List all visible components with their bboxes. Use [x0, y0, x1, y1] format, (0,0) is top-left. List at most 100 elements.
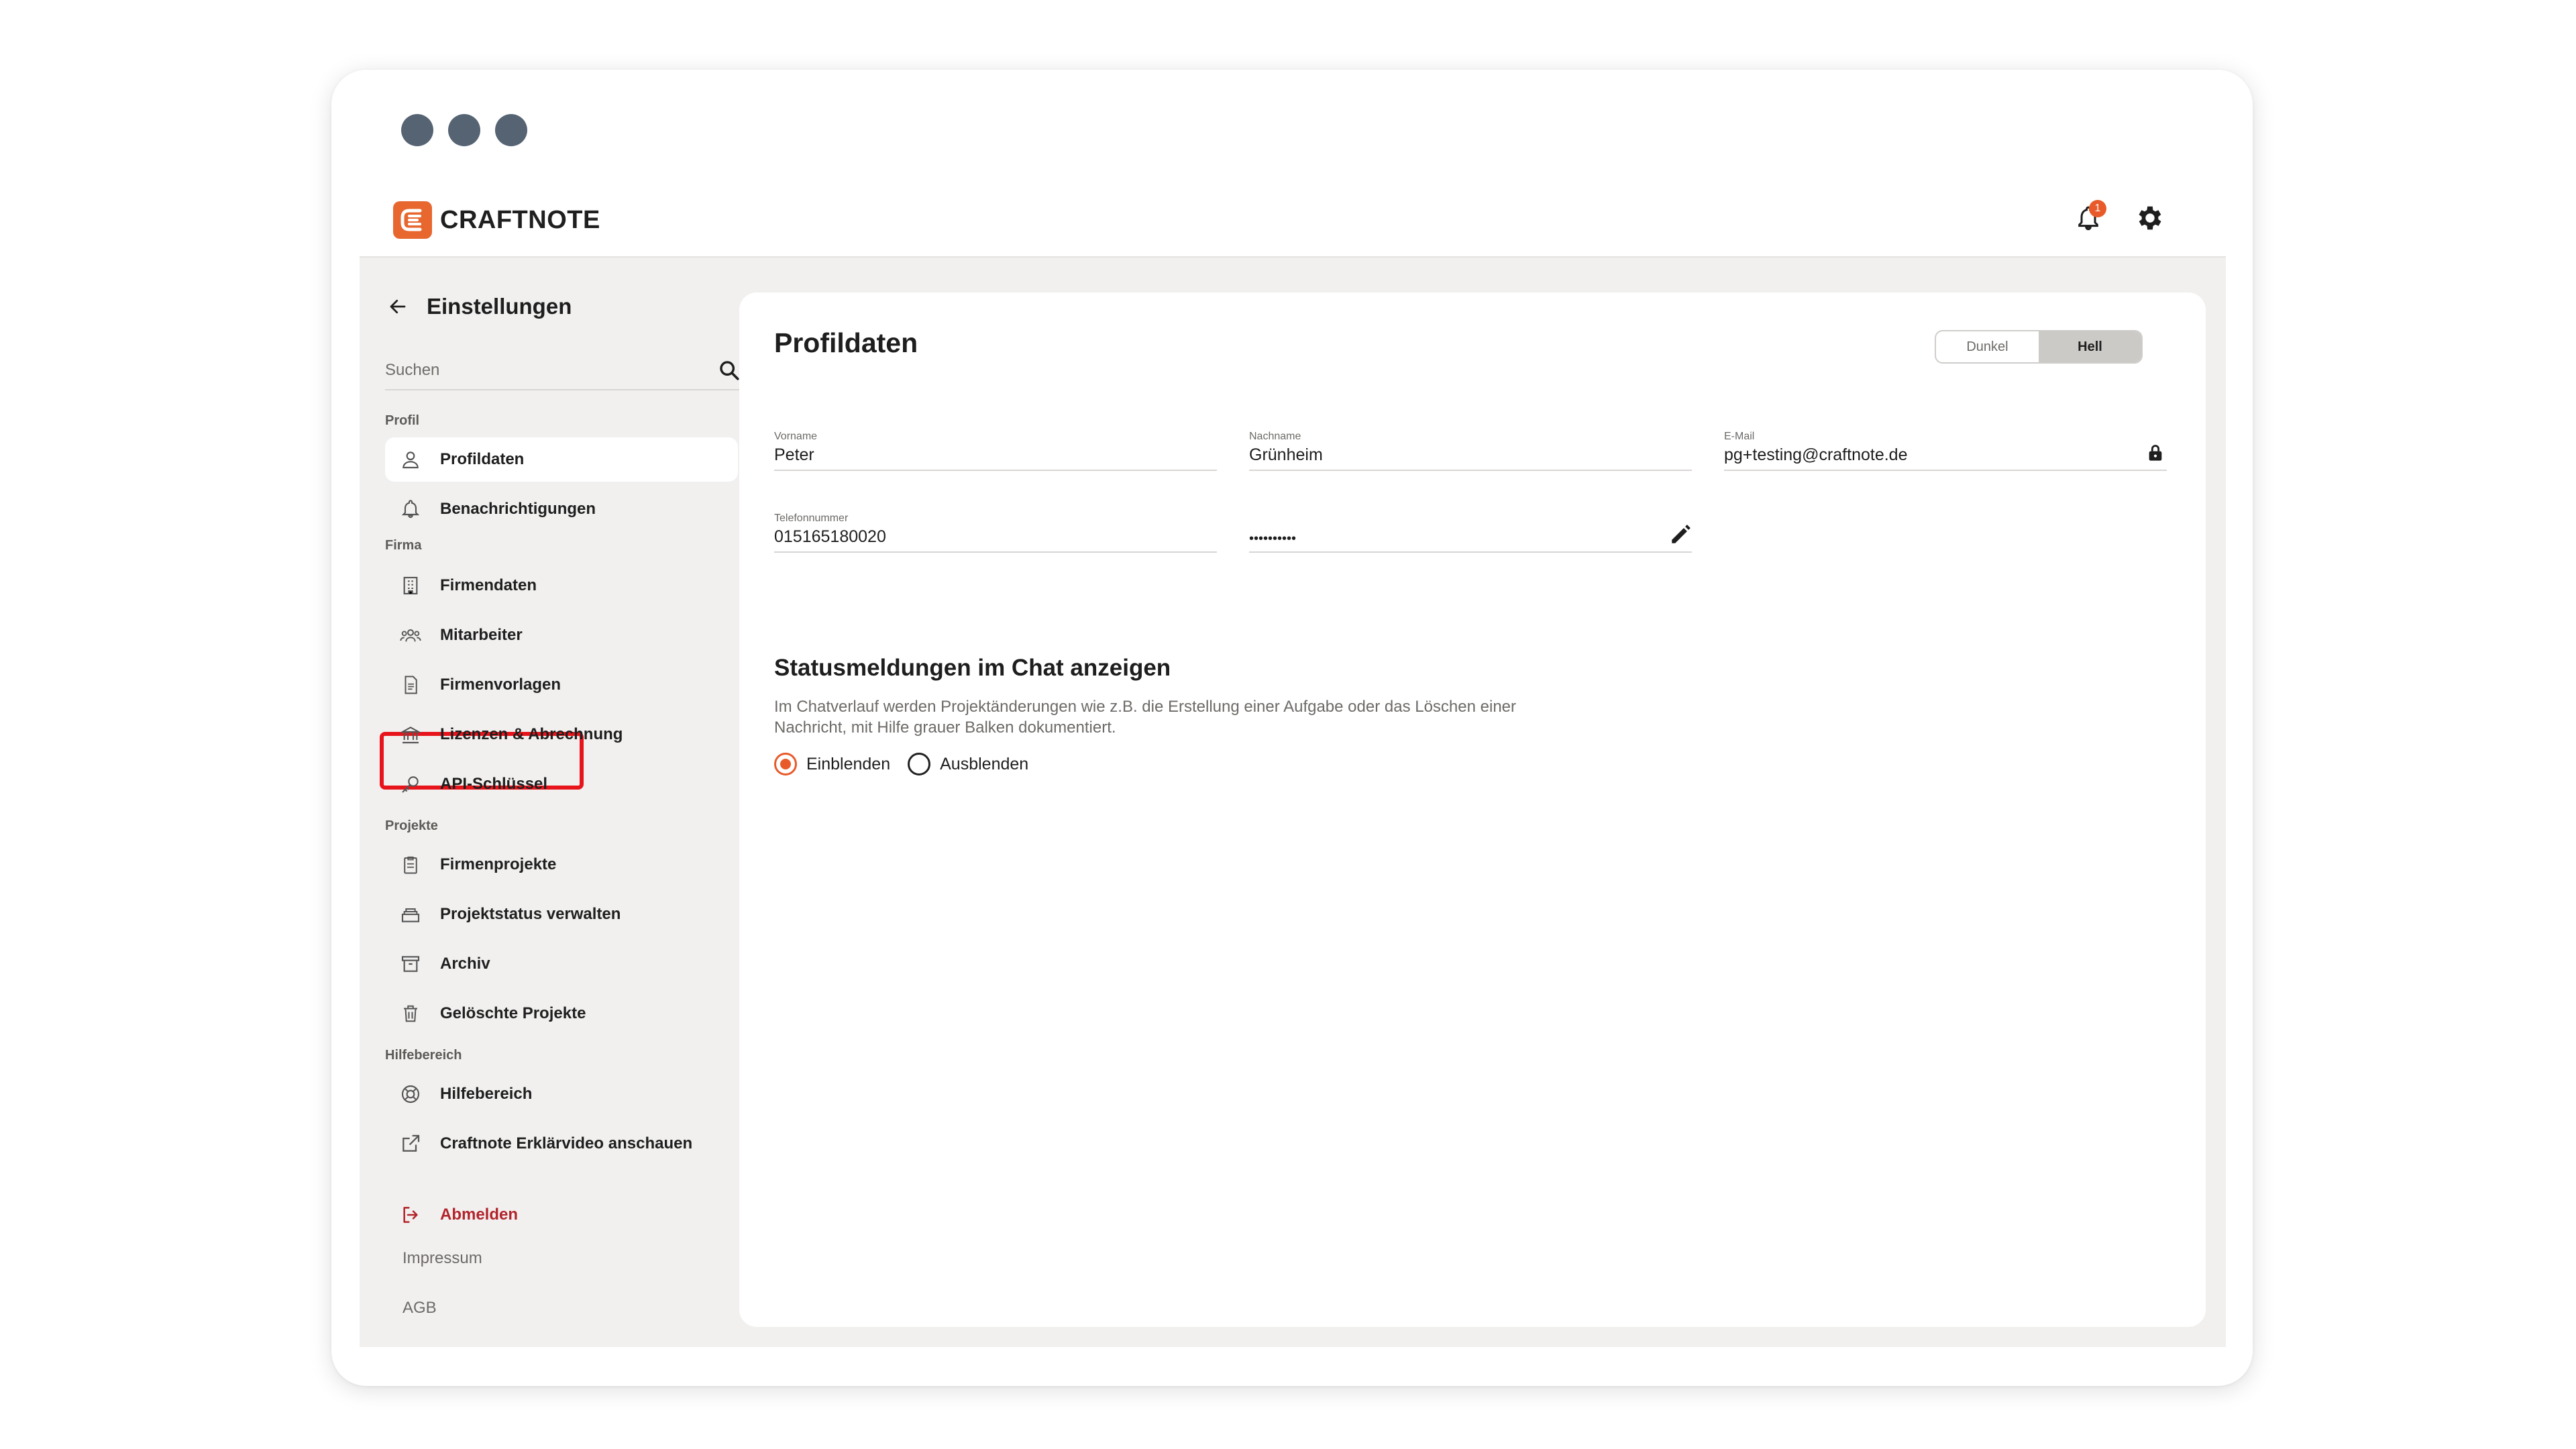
external-link-icon [398, 1132, 423, 1156]
radio-label: Ausblenden [940, 754, 1029, 773]
top-actions: 1 [2072, 200, 2167, 235]
sidebar-item-firmendaten[interactable]: Firmendaten [385, 564, 738, 608]
section-label-projekte: Projekte [385, 818, 438, 833]
radio-unchecked-icon [908, 753, 931, 775]
field-value: pg+testing@craftnote.de [1724, 445, 1908, 464]
window-controls [401, 114, 527, 146]
theme-option-light[interactable]: Hell [2039, 331, 2141, 362]
sidebar-item-profildaten[interactable]: Profildaten [385, 437, 738, 482]
lifebuoy-icon [398, 1082, 423, 1106]
sidebar-item-projektstatus[interactable]: Projektstatus verwalten [385, 892, 738, 936]
search-input[interactable] [385, 361, 680, 380]
radio-ausblenden[interactable]: Ausblenden [908, 753, 1028, 775]
document-icon [398, 673, 423, 697]
sidebar-item-label: Benachrichtigungen [440, 500, 596, 518]
field-value: Peter [774, 445, 814, 464]
radio-checked-icon [774, 753, 797, 775]
app-container: CRAFTNOTE 1 Einstellungen Suchen Profil … [360, 181, 2226, 1347]
page-title: Profildaten [774, 327, 918, 358]
sidebar-item-hilfebereich[interactable]: Hilfebereich [385, 1072, 738, 1116]
section-label-profil: Profil [385, 413, 420, 428]
stack-icon [398, 902, 423, 926]
logout-button[interactable]: Abmelden [385, 1193, 738, 1237]
sidebar-item-label: Craftnote Erklärvideo anschauen [440, 1134, 693, 1152]
window-minimize-dot[interactable] [448, 114, 480, 146]
email-field[interactable]: E-Mail pg+testing@craftnote.de [1724, 431, 2167, 471]
clipboard-icon [398, 853, 423, 877]
agb-link[interactable]: AGB [402, 1299, 437, 1318]
sidebar-item-geloeschte[interactable]: Gelöschte Projekte [385, 991, 738, 1036]
sidebar-item-label: Gelöschte Projekte [440, 1004, 586, 1022]
archive-icon [398, 952, 423, 976]
phone-field[interactable]: Telefonnummer 015165180020 [774, 513, 1217, 553]
sidebar-item-label: Firmendaten [440, 576, 537, 594]
status-section-title: Statusmeldungen im Chat anzeigen [774, 655, 1171, 681]
brand-name: CRAFTNOTE [440, 205, 600, 234]
status-description: Im Chatverlauf werden Projektänderungen … [774, 698, 1517, 737]
sidebar-item-label: Projektstatus verwalten [440, 905, 621, 923]
search-icon[interactable] [718, 359, 741, 382]
bank-icon [398, 722, 423, 747]
craftnote-logo-icon [393, 201, 432, 239]
sidebar-item-benachrichtigungen[interactable]: Benachrichtigungen [385, 487, 738, 531]
field-label: Nachname [1249, 431, 1301, 442]
key-icon [398, 772, 423, 796]
window-close-dot[interactable] [401, 114, 433, 146]
lock-icon [2144, 441, 2167, 464]
theme-toggle: Dunkel Hell [1935, 330, 2143, 364]
browser-window: CRAFTNOTE 1 Einstellungen Suchen Profil … [331, 70, 2253, 1386]
profile-panel: Profildaten Dunkel Hell Vorname Peter Na… [739, 292, 2206, 1327]
field-label: E-Mail [1724, 431, 1755, 442]
sidebar-item-label: API-Schlüssel [440, 775, 548, 793]
password-mask: •••••••••• [1249, 531, 1297, 546]
team-icon [398, 623, 423, 647]
field-label: Telefonnummer [774, 513, 849, 524]
building-icon [398, 574, 423, 598]
edit-pencil-icon[interactable] [1669, 523, 1692, 546]
sidebar-item-firmenprojekte[interactable]: Firmenprojekte [385, 843, 738, 887]
bell-outline-icon [398, 497, 423, 521]
field-value: 015165180020 [774, 527, 886, 546]
notifications-button[interactable]: 1 [2072, 200, 2106, 235]
section-label-firma: Firma [385, 538, 422, 553]
notification-badge: 1 [2089, 200, 2106, 217]
field-value: Grünheim [1249, 445, 1323, 464]
sidebar-item-firmenvorlagen[interactable]: Firmenvorlagen [385, 663, 738, 707]
gear-icon [2139, 206, 2161, 230]
sidebar-item-label: Archiv [440, 955, 490, 973]
last-name-field[interactable]: Nachname Grünheim [1249, 431, 1692, 471]
sidebar-item-label: Firmenprojekte [440, 855, 557, 873]
field-label: Vorname [774, 431, 818, 442]
sidebar-item-label: Profildaten [440, 450, 525, 468]
craftnote-logo[interactable]: CRAFTNOTE [393, 201, 600, 239]
sidebar-item-label: Hilfebereich [440, 1085, 533, 1103]
sidebar-item-label: Firmenvorlagen [440, 676, 561, 694]
settings-sidebar: Einstellungen Profil Profildaten [360, 258, 742, 1347]
theme-option-dark[interactable]: Dunkel [1936, 331, 2039, 362]
section-label-hilfe: Hilfebereich [385, 1048, 462, 1063]
search-bar [385, 352, 741, 390]
sidebar-title: Einstellungen [427, 294, 572, 319]
arrow-left-icon[interactable] [386, 297, 409, 317]
sidebar-item-api[interactable]: API-Schlüssel [385, 762, 738, 806]
sidebar-item-label: Mitarbeiter [440, 626, 523, 644]
first-name-field[interactable]: Vorname Peter [774, 431, 1217, 471]
window-maximize-dot[interactable] [495, 114, 527, 146]
logout-icon [398, 1203, 423, 1227]
user-icon [398, 447, 423, 472]
sidebar-item-archiv[interactable]: Archiv [385, 942, 738, 986]
status-radio-group: Einblenden Ausblenden [774, 753, 1028, 775]
top-bar: CRAFTNOTE 1 [360, 181, 2226, 258]
sidebar-item-lizenzen[interactable]: Lizenzen & Abrechnung [385, 712, 738, 757]
logout-label: Abmelden [440, 1205, 519, 1224]
radio-einblenden[interactable]: Einblenden [774, 753, 890, 775]
sidebar-item-video[interactable]: Craftnote Erklärvideo anschauen [385, 1122, 738, 1166]
settings-button[interactable] [2133, 201, 2167, 235]
radio-label: Einblenden [806, 754, 891, 773]
sidebar-item-label: Lizenzen & Abrechnung [440, 725, 623, 743]
sidebar-header: Einstellungen [386, 294, 572, 319]
password-field[interactable]: •••••••••• [1249, 513, 1692, 553]
impressum-link[interactable]: Impressum [402, 1249, 482, 1268]
sidebar-item-mitarbeiter[interactable]: Mitarbeiter [385, 613, 738, 657]
trash-icon [398, 1002, 423, 1026]
